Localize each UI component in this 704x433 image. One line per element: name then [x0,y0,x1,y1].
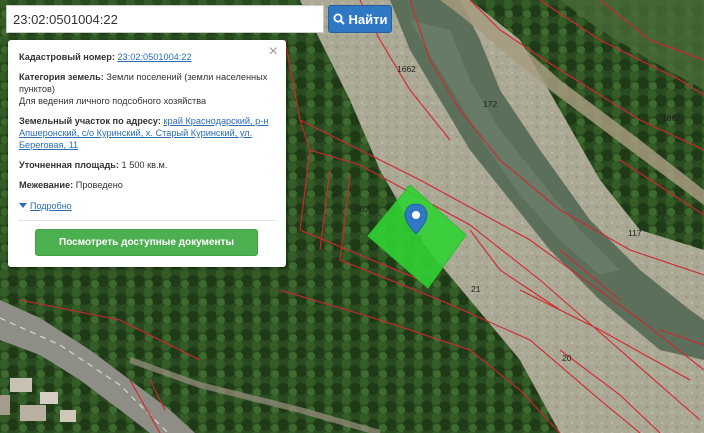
building [20,405,46,421]
parcel-label: 1662 [662,113,681,123]
chevron-down-icon [19,203,27,208]
building [40,392,58,404]
view-documents-button[interactable]: Посмотреть доступные документы [35,228,258,256]
cadastral-search-input[interactable] [6,5,324,33]
parcel-label: 1662 [397,64,416,74]
address-row: Земельный участок по адресу: край Красно… [19,115,274,151]
building [10,378,32,392]
divider [18,219,275,221]
details-toggle-label: Подробно [30,200,72,211]
address-label: Земельный участок по адресу: [19,116,161,126]
parcel-label: 117 [628,228,642,238]
land-category-label: Категория земель: [19,72,104,82]
search-button-label: Найти [348,11,388,27]
parcel-label: 402 [355,204,369,214]
parcel-info-popup: × Кадастровый номер: 23:02:0501004:22 Ка… [8,40,286,267]
area-row: Уточненная площадь: 1 500 кв.м. [19,159,274,171]
land-category-row: Категория земель: Земли поселений (земли… [19,71,274,107]
search-button[interactable]: Найти [328,5,392,33]
search-icon [333,13,345,25]
survey-value: Проведено [75,180,123,190]
parcel-label: 20 [562,353,572,363]
close-icon[interactable]: × [269,44,278,60]
parcel-label: 21 [471,284,481,294]
land-purpose: Для ведения личного подсобного хозяйства [19,96,207,106]
building [60,410,76,422]
details-toggle[interactable]: Подробно [19,200,72,212]
survey-label: Межевание: [19,180,74,190]
cadastral-number-label: Кадастровый номер: [19,52,115,62]
area-label: Уточненная площадь: [19,160,119,170]
area-value: 1 500 кв.м. [121,160,168,170]
cadastral-number-row: Кадастровый номер: 23:02:0501004:22 [19,51,274,63]
cadastral-number-link[interactable]: 23:02:0501004:22 [117,52,191,62]
parcel-label: 172 [483,99,497,109]
survey-row: Межевание: Проведено [19,179,274,191]
